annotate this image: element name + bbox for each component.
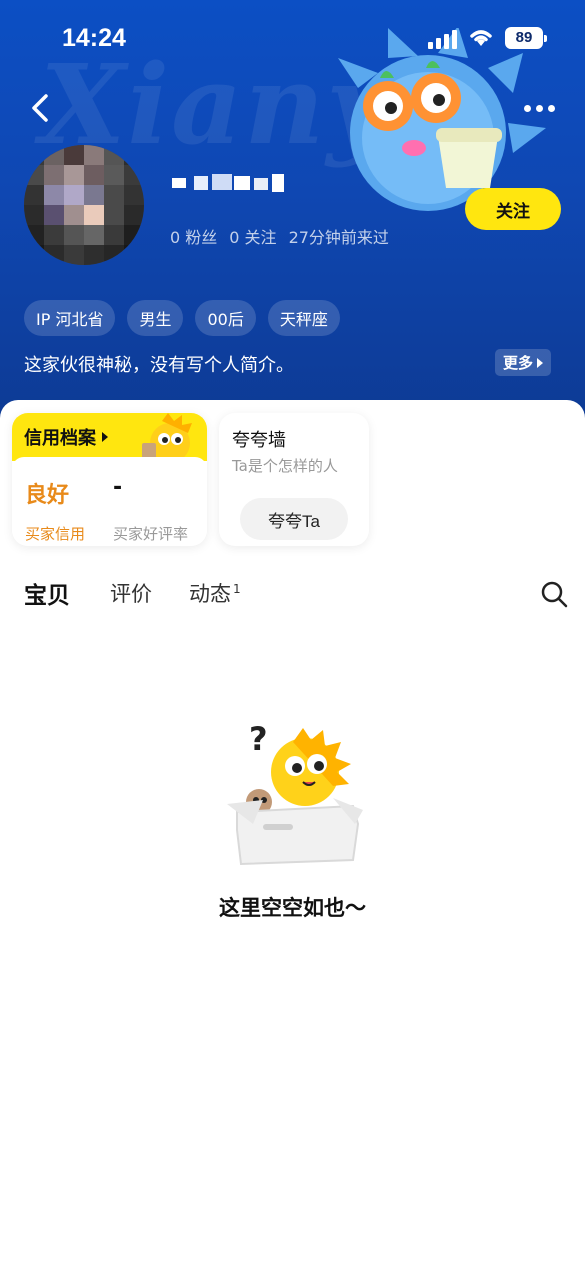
tag-gender: 男生 [127, 300, 184, 336]
tab-items[interactable]: 宝贝 [24, 576, 76, 610]
wifi-icon [470, 30, 492, 46]
credit-card-header: 信用档案 [12, 413, 207, 463]
empty-box-mascot-illustration: ? [227, 720, 363, 866]
status-bar: 14:24 89 [0, 0, 585, 78]
svg-text:?: ? [249, 720, 268, 758]
follow-button[interactable]: 关注 [465, 188, 561, 230]
tab-items-label: 宝贝 [24, 583, 70, 609]
following-count[interactable]: 0 关注 [229, 224, 276, 248]
credit-card-title-row: 信用档案 [24, 424, 108, 450]
fans-count[interactable]: 0 粉丝 [170, 224, 217, 248]
profile-tabs: 宝贝 评价 动态 1 [24, 576, 568, 616]
bio-more-label: 更多 [503, 354, 534, 372]
tag-zodiac: 天秤座 [267, 300, 340, 336]
cellular-signal-icon [428, 29, 458, 49]
tag-age-group: 00后 [195, 300, 256, 336]
credit-card-title: 信用档案 [24, 428, 96, 449]
praise-button[interactable]: 夸夸Ta [240, 498, 348, 540]
credit-profile-card[interactable]: 信用档案 良好 买家信用 - 买家好评率 [12, 413, 207, 546]
status-time: 14:24 [62, 24, 126, 52]
buyer-rating-label: 买家好评率 [113, 525, 189, 543]
search-icon[interactable] [540, 580, 568, 608]
praise-wall-card[interactable]: 夸夸墙 Ta是个怎样的人 夸夸Ta [219, 413, 369, 546]
profile-tags: IP 河北省 男生 00后 天秤座 [24, 300, 340, 336]
back-arrow-icon[interactable] [26, 88, 56, 128]
credit-card-body: 良好 买家信用 - 买家好评率 [12, 457, 207, 546]
avatar[interactable] [24, 145, 144, 265]
more-options-icon[interactable] [524, 96, 564, 120]
bio-more-button[interactable]: 更多 [495, 349, 552, 376]
yellow-fish-mascot-icon [142, 413, 192, 463]
bio-text: 这家伙很神秘，没有写个人简介。 [24, 355, 294, 376]
buyer-credit-value: 良好 [25, 483, 70, 508]
praise-wall-title: 夸夸墙 [232, 430, 286, 451]
buyer-rating-value: - [113, 475, 123, 500]
praise-wall-subtitle: Ta是个怎样的人 [232, 457, 338, 475]
battery-icon: 89 [505, 27, 547, 49]
profile-stats: 0 粉丝 0 关注 27分钟前来过 [170, 224, 389, 248]
content-sheet: 信用档案 良好 买家信用 - 买家好评率 夸夸墙 Ta是个怎样的人 夸夸Ta 宝… [0, 400, 585, 1266]
triangle-right-icon [102, 432, 108, 442]
tag-ip-location: IP 河北省 [24, 300, 116, 336]
triangle-right-icon [537, 357, 544, 368]
last-visit: 27分钟前来过 [288, 228, 389, 247]
nickname-pixelated [172, 174, 284, 192]
tab-reviews[interactable]: 评价 [110, 578, 152, 608]
buyer-credit-label: 买家信用 [25, 525, 86, 543]
tab-moments-badge: 1 [233, 582, 241, 596]
empty-state-text: 这里空空如也～ [219, 896, 366, 920]
tab-reviews-label: 评价 [110, 582, 152, 606]
profile-header: Xianyu 14:24 89 0 粉丝 0 关注 27分钟前来过 关注 IP … [0, 0, 585, 430]
tab-moments[interactable]: 动态 1 [189, 578, 241, 608]
tab-moments-label: 动态 [189, 582, 231, 606]
